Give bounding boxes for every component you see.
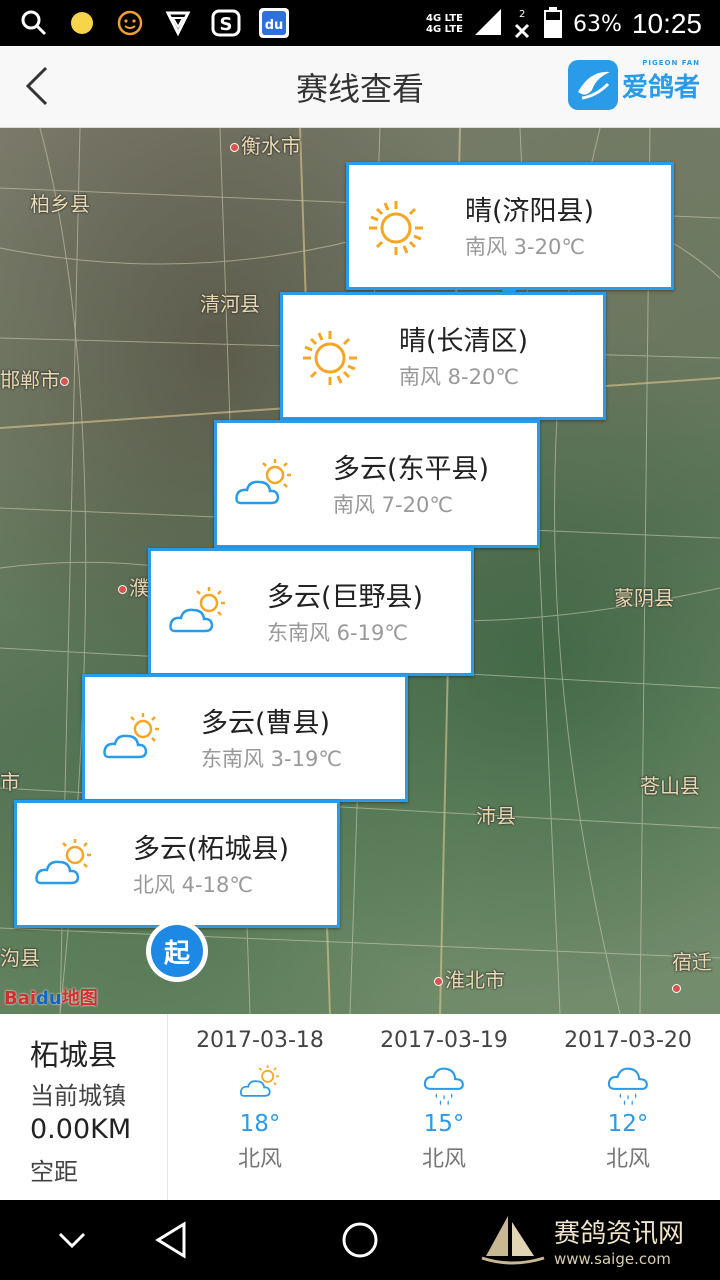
weather-condition: 晴(长清区) [399,326,529,357]
current-city-label: 当前城镇 [30,1082,126,1110]
cloudy-icon [103,713,159,759]
forecast-temp: 12° [607,1111,649,1137]
forecast-day[interactable]: 2017-03-18 18° 北风 [168,1014,352,1200]
battery-percent: 63% [573,11,622,37]
app-logo: PIGEON FAN 爱鸽者 [567,58,700,110]
city-label: 苍山县 [640,774,700,798]
satellite-map[interactable]: 衡水市 柏乡县 清河县 邯郸市 濮 蒙阴县 市 苍山县 沛县 沟县 淮北市 宿迁… [0,128,720,1014]
signal-icon [473,7,503,41]
weather-condition: 多云(曹县) [201,708,331,739]
logo-text: 爱鸽者 [621,72,700,103]
weather-wind: 南风 3-20℃ [465,235,585,259]
weather-wind: 东南风 6-19℃ [267,621,408,645]
baidu-logo-du: du [36,988,62,1009]
distance-value: 0.00KM [30,1114,132,1145]
forecast-date: 2017-03-19 [380,1028,508,1053]
app-header: 赛线查看 PIGEON FAN 爱鸽者 [0,46,720,128]
watermark-url: www.saige.com [553,1249,671,1268]
city-label: 清河县 [200,292,260,316]
city-label: 沟县 [0,946,40,970]
forecast-wind: 北风 [605,1147,650,1172]
city-label: 柏乡县 [30,192,90,216]
forecast-day[interactable]: 2017-03-19 15° 北风 [352,1014,536,1200]
search-icon [18,8,50,38]
city-label: 沛县 [476,804,516,828]
hide-keyboard-button[interactable] [50,1218,94,1262]
sim2-signal-icon: 2 [513,9,533,39]
watermark-title: 赛鸽资讯网 [553,1218,684,1249]
emoji-icon [114,8,146,38]
sailboat-icon [481,1216,545,1265]
weather-wind: 北风 4-18℃ [133,873,253,897]
baidu-map-logo: Baidu地图 [4,984,98,1010]
weather-card[interactable]: 多云(东平县) 南风 7-20℃ [214,420,540,557]
svg-text:du: du [265,18,284,33]
forecast-temp: 15° [423,1111,465,1137]
weather-card[interactable]: 多云(曹县) 东南风 3-19℃ [82,674,408,811]
weather-condition: 多云(东平县) [333,454,490,485]
city-label: 市 [0,770,20,794]
sun-icon [303,331,357,385]
sun-icon [369,201,423,255]
start-marker[interactable]: 起 [146,920,208,982]
forecast-date: 2017-03-18 [196,1028,324,1053]
rain-icon [607,1067,648,1106]
city-label: 淮北市 [434,964,505,993]
forecast-temp: 18° [239,1111,281,1137]
cloudy-icon [35,839,91,885]
yellow-dot-icon [66,8,98,38]
baidu-logo-bai: Bai [4,988,37,1009]
weather-condition: 晴(济阳县) [465,196,595,227]
chevron-down-icon [58,1232,86,1249]
network-top: 4G LTE [425,13,464,24]
baidu-app-icon: du [258,8,290,38]
forecast-wind: 北风 [237,1147,282,1172]
weather-card[interactable]: 多云(巨野县) 东南风 6-19℃ [148,548,474,685]
forecast-panel: 柘城县 当前城镇 0.00KM 空距 2017-03-18 18° 北风 201… [0,1014,720,1200]
s-app-icon: S [210,8,242,38]
cloudy-icon [235,459,291,505]
site-watermark: 赛鸽资讯网 www.saige.com [478,1212,684,1268]
city-label: 蒙阴县 [614,586,674,610]
current-city-panel: 柘城县 当前城镇 0.00KM 空距 [0,1014,168,1200]
city-label: 宿迁 [672,946,720,999]
shield-icon [162,8,194,38]
rain-icon [423,1067,464,1106]
weather-card[interactable]: 晴(长清区) 南风 8-20℃ [280,292,606,429]
city-label: 濮 [118,572,149,601]
svg-text:S: S [220,14,233,35]
weather-wind: 东南风 3-19℃ [201,747,342,771]
weather-wind: 南风 7-20℃ [333,493,453,517]
logo-sub: PIGEON FAN [642,58,700,67]
battery-icon [543,6,563,42]
network-bottom: 4G LTE [425,24,464,35]
weather-condition: 多云(柘城县) [133,834,290,865]
cloudy-icon [239,1065,279,1097]
forecast-wind: 北风 [421,1147,466,1172]
forecast-day[interactable]: 2017-03-20 12° 北风 [536,1014,720,1200]
start-marker-label: 起 [151,925,203,977]
distance-label: 空距 [30,1158,78,1186]
pigeon-logo-icon [567,60,618,110]
weather-wind: 南风 8-20℃ [399,365,519,389]
weather-condition: 多云(巨野县) [267,582,424,613]
forecast-date: 2017-03-20 [564,1028,692,1053]
city-label: 邯郸市 [0,364,71,393]
triangle-back-icon [155,1221,186,1259]
network-indicator: 4G LTE 4G LTE [426,13,463,35]
nav-back-button[interactable] [150,1218,194,1262]
status-bar: S du 4G LTE 4G LTE 2 63% 10:25 [0,0,720,46]
system-nav-bar: 赛鸽资讯网 www.saige.com [0,1200,720,1280]
city-label: 衡水市 [230,130,301,159]
baidu-logo-map: 地图 [61,988,98,1009]
nav-home-button[interactable] [338,1218,382,1262]
current-city: 柘城县 [30,1038,118,1072]
circle-home-icon [342,1222,378,1258]
cloudy-icon [169,587,225,633]
clock: 10:25 [631,8,702,39]
weather-card[interactable]: 晴(济阳县) 南风 3-20℃ [346,162,674,299]
weather-card[interactable]: 多云(柘城县) 北风 4-18℃ [14,800,340,937]
